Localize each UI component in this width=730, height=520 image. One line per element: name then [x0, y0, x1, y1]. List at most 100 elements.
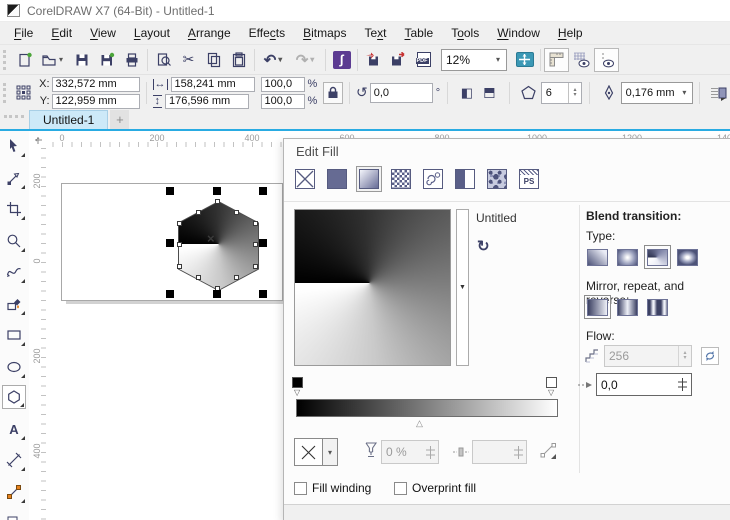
fill-winding-checkbox[interactable]: [294, 481, 307, 495]
undo-dropdown-icon[interactable]: ▾: [276, 55, 284, 64]
tool-smart-fill[interactable]: [2, 292, 26, 316]
tool-polygon[interactable]: [2, 385, 26, 409]
save-fill-button[interactable]: ↻: [477, 237, 490, 255]
import-button[interactable]: [361, 48, 386, 72]
mirror-horizontal-button[interactable]: ◧: [455, 81, 479, 105]
tool-freehand[interactable]: [2, 260, 26, 284]
fill-type-none-button[interactable]: [292, 166, 318, 192]
hexagon-node[interactable]: [215, 199, 220, 204]
fill-type-pattern-button[interactable]: [388, 166, 414, 192]
menu-effects[interactable]: Effects: [240, 23, 294, 43]
export-button[interactable]: [386, 48, 411, 72]
x-position-field[interactable]: 332,572 mm: [51, 76, 140, 92]
menu-arrange[interactable]: Arrange: [179, 23, 240, 43]
node-color-picker[interactable]: ▾: [294, 438, 338, 466]
show-guidelines-button[interactable]: [594, 47, 619, 72]
print-button[interactable]: [119, 48, 144, 72]
zoom-level-combo[interactable]: 12% ▾: [441, 48, 507, 71]
stop-marker-start[interactable]: ▽: [294, 389, 300, 397]
save-as-button[interactable]: [94, 48, 119, 72]
tool-dimension[interactable]: [2, 448, 26, 472]
hexagon-node[interactable]: [177, 264, 182, 269]
tool-text[interactable]: A: [2, 417, 26, 441]
gradient-preview[interactable]: [294, 209, 451, 366]
vertical-ruler[interactable]: 200 0 200 400: [29, 148, 47, 520]
type-elliptical-button[interactable]: [614, 245, 641, 269]
menu-bitmaps[interactable]: Bitmaps: [294, 23, 355, 43]
hexagon-node[interactable]: [253, 221, 258, 226]
fill-type-postscript-button[interactable]: PS: [516, 166, 542, 192]
menu-text[interactable]: Text: [355, 23, 395, 43]
gradient-stop-end[interactable]: [546, 377, 557, 388]
node-color-dropdown[interactable]: ▾: [323, 438, 338, 466]
fill-type-two-color-button[interactable]: [452, 166, 478, 192]
menu-layout[interactable]: Layout: [125, 23, 179, 43]
hexagon-node[interactable]: [196, 210, 201, 215]
hexagon-node[interactable]: [234, 275, 239, 280]
free-scale-icon[interactable]: [540, 442, 557, 459]
tool-connector[interactable]: [2, 480, 26, 504]
type-conical-button[interactable]: [644, 245, 671, 269]
overprint-fill-option[interactable]: Overprint fill: [394, 481, 476, 495]
menu-table[interactable]: Table: [396, 23, 443, 43]
show-grid-button[interactable]: [569, 48, 594, 72]
tool-zoom[interactable]: [2, 229, 26, 253]
fullscreen-preview-button[interactable]: [512, 48, 537, 72]
hexagon-node[interactable]: [177, 221, 182, 226]
selection-handle[interactable]: [213, 290, 221, 298]
selection-handle[interactable]: [166, 239, 174, 247]
fill-type-uniform-button[interactable]: [324, 166, 350, 192]
object-center-marker[interactable]: ×: [207, 231, 215, 246]
show-rulers-button[interactable]: [544, 47, 569, 72]
print-preview-button[interactable]: [151, 48, 176, 72]
save-button[interactable]: [69, 48, 94, 72]
selection-handle[interactable]: [213, 187, 221, 195]
redo-button[interactable]: ↷ ▾: [290, 48, 322, 72]
menu-help[interactable]: Help: [549, 23, 592, 43]
mirror-vertical-button[interactable]: ◧: [479, 81, 503, 105]
cut-button[interactable]: ✂: [176, 48, 201, 72]
wrap-text-button[interactable]: [706, 81, 730, 105]
hexagon-node[interactable]: [177, 242, 182, 247]
spin-down-icon[interactable]: ▾: [683, 355, 686, 361]
paste-button[interactable]: [226, 48, 251, 72]
y-position-field[interactable]: 122,959 mm: [51, 93, 140, 109]
type-rectangular-button[interactable]: [674, 245, 701, 269]
overprint-fill-checkbox[interactable]: [394, 481, 407, 495]
acceleration-field[interactable]: 0,0: [596, 373, 692, 396]
tool-crop[interactable]: [2, 197, 26, 221]
open-dropdown-icon[interactable]: ▾: [57, 55, 65, 64]
scale-v-field[interactable]: 100,0: [260, 93, 305, 109]
preview-preset-strip[interactable]: ▼: [456, 209, 469, 366]
menu-view[interactable]: View: [81, 23, 125, 43]
selection-handle[interactable]: [259, 290, 267, 298]
tool-ellipse[interactable]: [2, 355, 26, 379]
lock-ratio-button[interactable]: [323, 81, 343, 104]
mirror-repeat-mirror-button[interactable]: [614, 295, 641, 319]
tool-rectangle[interactable]: [2, 323, 26, 347]
open-button[interactable]: ▾: [37, 48, 69, 72]
tool-drop-shadow[interactable]: [2, 511, 26, 520]
new-document-button[interactable]: [12, 48, 37, 72]
copy-button[interactable]: [201, 48, 226, 72]
hexagon-node[interactable]: [234, 210, 239, 215]
redo-dropdown-icon[interactable]: ▾: [308, 55, 316, 64]
selection-handle[interactable]: [259, 187, 267, 195]
node-color-swatch[interactable]: [294, 438, 323, 466]
gradient-stop-start[interactable]: [292, 377, 303, 388]
object-height-field[interactable]: 176,596 mm: [165, 93, 250, 109]
document-tab-active[interactable]: Untitled-1: [29, 110, 109, 129]
menu-file[interactable]: File: [5, 23, 42, 43]
fill-type-texture-button[interactable]: [484, 166, 510, 192]
node-midpoint-field[interactable]: [472, 440, 527, 464]
polygon-points-spinner[interactable]: 6 ▴ ▾: [540, 81, 583, 104]
undo-button[interactable]: ↶ ▾: [258, 48, 290, 72]
toolbox-grip[interactable]: [4, 115, 24, 118]
midpoint-marker[interactable]: △: [416, 419, 423, 428]
hexagon-node[interactable]: [253, 242, 258, 247]
flow-steps-spinner[interactable]: 256 ▴ ▾: [604, 345, 692, 367]
propbar-grip[interactable]: [3, 82, 7, 103]
publish-pdf-button[interactable]: PDF: [411, 48, 436, 72]
toolbar-grip[interactable]: [3, 49, 7, 70]
selection-handle[interactable]: [166, 187, 174, 195]
